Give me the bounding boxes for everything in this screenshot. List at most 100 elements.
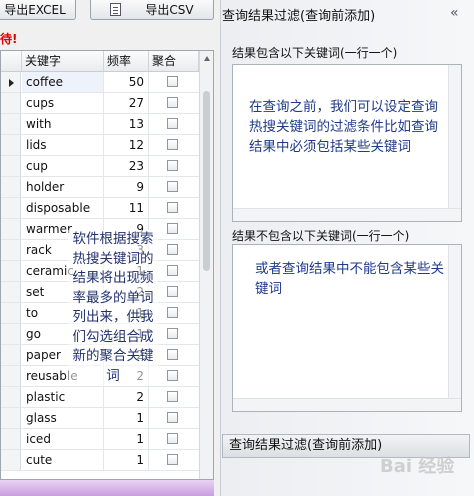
aggregate-checkbox[interactable] (167, 118, 178, 129)
export-excel-button[interactable]: 导出EXCEL (0, 0, 76, 20)
include-label: 结果包含以下关键词(一行一个) (232, 46, 398, 60)
aggregate-checkbox[interactable] (167, 286, 178, 297)
frequency-cell[interactable]: 50 (104, 72, 149, 92)
table-row[interactable]: cups 27 (1, 93, 199, 114)
keyword-cell[interactable]: cups (22, 93, 104, 113)
aggregate-checkbox[interactable] (167, 391, 178, 402)
keyword-cell[interactable]: glass (22, 408, 104, 428)
keyword-cell[interactable]: cup (22, 156, 104, 176)
frequency-cell[interactable]: 23 (104, 156, 149, 176)
frequency-cell[interactable]: 1 (104, 429, 149, 449)
export-excel-label: 导出EXCEL (4, 2, 66, 17)
frequency-cell[interactable]: 2 (104, 387, 149, 407)
frequency-cell[interactable]: 9 (104, 177, 149, 197)
table-header: 关键字 频率 聚合 (1, 51, 199, 72)
header-selector (1, 51, 22, 71)
table-row[interactable]: plastic 2 (1, 387, 199, 408)
row-selector[interactable] (1, 135, 21, 155)
aggregate-checkbox[interactable] (167, 76, 178, 87)
include-keywords-input[interactable]: 在查询之前，我们可以设定查询热搜关键词的过滤条件比如查询结果中必须包括某些关键词 (232, 64, 462, 222)
aggregate-checkbox[interactable] (167, 265, 178, 276)
frequency-cell[interactable]: 12 (104, 135, 149, 155)
aggregate-checkbox[interactable] (167, 412, 178, 423)
aggregate-checkbox[interactable] (167, 181, 178, 192)
keyword-cell[interactable]: plastic (22, 387, 104, 407)
row-selector[interactable] (1, 114, 21, 134)
scrollbar-thumb[interactable] (203, 91, 210, 271)
export-csv-label: 导出CSV (145, 2, 194, 17)
table-row[interactable]: cute 1 (1, 450, 199, 471)
vertical-scrollbar[interactable] (199, 51, 213, 479)
frequency-cell[interactable]: 1 (104, 450, 149, 470)
table-row[interactable]: with 13 (1, 114, 199, 135)
table-row[interactable]: lids 12 (1, 135, 199, 156)
table-row[interactable]: holder 9 (1, 177, 199, 198)
row-selector[interactable] (1, 282, 21, 302)
aggregate-checkbox[interactable] (167, 328, 178, 339)
row-selector[interactable] (1, 387, 21, 407)
row-selector[interactable] (1, 408, 21, 428)
row-selector[interactable] (1, 261, 21, 281)
header-frequency[interactable]: 频率 (104, 51, 149, 71)
aggregate-checkbox[interactable] (167, 139, 178, 150)
include-hscrollbar[interactable] (233, 208, 461, 221)
aggregate-checkbox[interactable] (167, 97, 178, 108)
exclude-keywords-text: 或者查询结果中不能包含某些关键词 (255, 261, 444, 297)
keyword-cell[interactable]: lids (22, 135, 104, 155)
horizontal-scrollbar[interactable] (0, 480, 214, 496)
table-row[interactable]: iced 1 (1, 429, 199, 450)
row-selector[interactable] (1, 429, 21, 449)
document-icon (110, 3, 122, 16)
aggregate-checkbox[interactable] (167, 307, 178, 318)
frequency-cell[interactable]: 13 (104, 114, 149, 134)
export-csv-button[interactable]: 导出CSV (90, 0, 214, 20)
row-selector[interactable] (1, 72, 21, 92)
keyword-cell[interactable]: disposable (22, 198, 104, 218)
keyword-cell[interactable]: with (22, 114, 104, 134)
header-aggregate[interactable]: 聚合 (149, 51, 199, 71)
exclude-keywords-input[interactable]: 或者查询结果中不能包含某些关键词 (232, 244, 462, 412)
exclude-scrollbar[interactable] (448, 245, 461, 411)
include-keywords-text: 在查询之前，我们可以设定查询热搜关键词的过滤条件比如查询结果中必须包括某些关键词 (249, 99, 438, 155)
exclude-label: 结果不包含以下关键词(一行一个) (232, 229, 410, 243)
aggregate-checkbox[interactable] (167, 223, 178, 234)
row-selector[interactable] (1, 324, 21, 344)
row-selector[interactable] (1, 345, 21, 365)
keyword-cell[interactable]: coffee (22, 72, 104, 92)
scroll-up-icon[interactable] (204, 56, 210, 61)
aggregate-checkbox[interactable] (167, 244, 178, 255)
table-row[interactable]: cup 23 (1, 156, 199, 177)
row-selector[interactable] (1, 450, 21, 470)
frequency-cell[interactable]: 11 (104, 198, 149, 218)
aggregate-checkbox[interactable] (167, 454, 178, 465)
keyword-cell[interactable]: holder (22, 177, 104, 197)
current-row-icon (9, 79, 14, 87)
aggregate-checkbox[interactable] (167, 433, 178, 444)
header-keyword[interactable]: 关键字 (22, 51, 104, 71)
aggregate-checkbox[interactable] (167, 160, 178, 171)
keyword-cell[interactable]: iced (22, 429, 104, 449)
row-selector[interactable] (1, 366, 21, 386)
keyword-cell[interactable]: cute (22, 450, 104, 470)
table-row[interactable]: coffee 50 (1, 72, 199, 93)
table-row[interactable]: disposable 11 (1, 198, 199, 219)
include-scrollbar[interactable] (448, 65, 461, 221)
row-selector[interactable] (1, 303, 21, 323)
aggregate-checkbox[interactable] (167, 370, 178, 381)
frequency-cell[interactable]: 1 (104, 408, 149, 428)
row-selector[interactable] (1, 93, 21, 113)
row-selector[interactable] (1, 219, 21, 239)
frequency-cell[interactable]: 27 (104, 93, 149, 113)
annotation-note: 软件根据搜索热搜关键词的结果将出现频率最多的单词列出来，供我们勾选组合成新的聚合… (68, 230, 158, 386)
aggregate-checkbox[interactable] (167, 349, 178, 360)
panel-title: 查询结果过滤(查询前添加) (222, 9, 376, 24)
row-selector[interactable] (1, 240, 21, 260)
aggregate-checkbox[interactable] (167, 202, 178, 213)
row-selector[interactable] (1, 177, 21, 197)
row-selector[interactable] (1, 198, 21, 218)
table-row[interactable]: glass 1 (1, 408, 199, 429)
row-selector[interactable] (1, 156, 21, 176)
notice-text: 待! (0, 32, 18, 46)
exclude-hscrollbar[interactable] (233, 398, 461, 411)
collapse-icon[interactable]: « (450, 5, 459, 21)
